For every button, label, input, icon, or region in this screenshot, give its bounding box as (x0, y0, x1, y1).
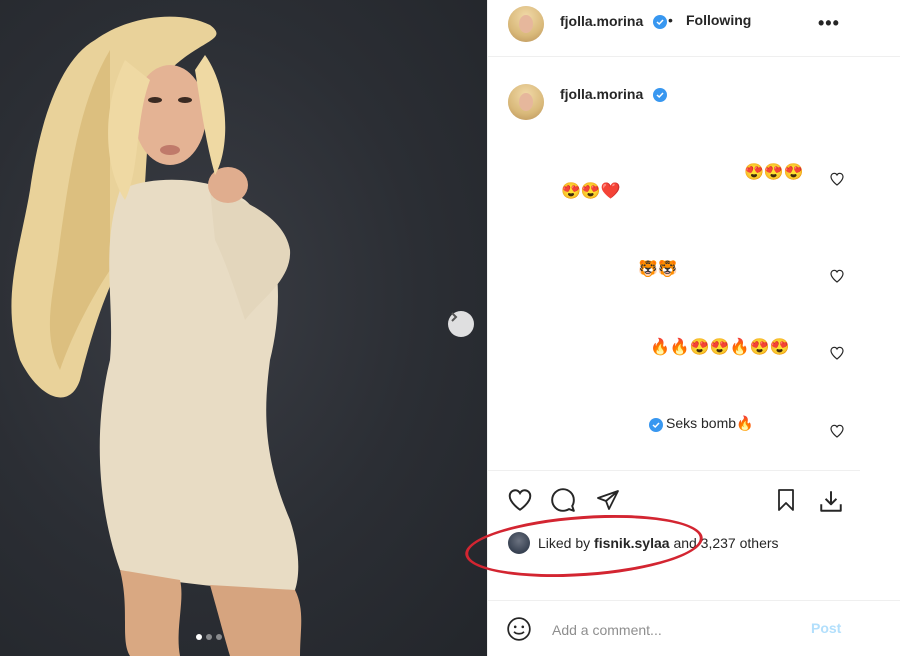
comment-text: Seks bomb🔥 (666, 415, 754, 431)
carousel-dot (206, 634, 212, 640)
comment-text: 😍😍😍 (744, 164, 804, 181)
likes-username[interactable]: fisnik.sylaa (594, 535, 670, 551)
comment-like-heart-icon[interactable] (829, 268, 845, 284)
following-button[interactable]: Following (686, 12, 751, 28)
share-paper-plane-icon[interactable] (595, 488, 621, 512)
add-comment-bar: Post (488, 600, 900, 657)
author-avatar[interactable] (508, 6, 544, 42)
comment-text: 😍😍❤️ (561, 183, 621, 200)
verified-badge-icon (649, 418, 663, 432)
likes-suffix[interactable]: and 3,237 others (673, 535, 778, 551)
post-sidebar: fjolla.morina • Following ••• fjolla.mor… (487, 0, 900, 656)
more-options-icon[interactable]: ••• (818, 13, 840, 34)
caption-avatar[interactable] (508, 84, 544, 120)
carousel-next-button[interactable] (448, 311, 474, 337)
add-comment-input[interactable] (550, 619, 794, 641)
download-icon[interactable] (818, 488, 844, 514)
comment-like-heart-icon[interactable] (829, 423, 845, 439)
likes-summary[interactable]: Liked by fisnik.sylaa and 3,237 others (538, 535, 779, 551)
comment-like-heart-icon[interactable] (829, 345, 845, 361)
save-bookmark-icon[interactable] (774, 487, 798, 513)
emoji-smiley-icon[interactable] (506, 616, 532, 642)
post-photo[interactable] (0, 0, 487, 656)
photo-illustration (11, 16, 302, 656)
comment-like-heart-icon[interactable] (829, 171, 845, 187)
comment-bubble-icon[interactable] (550, 487, 576, 513)
comment-text: 🐯🐯 (638, 261, 678, 278)
liked-by-avatar[interactable] (508, 532, 530, 554)
verified-badge-icon (653, 15, 667, 29)
caption-username[interactable]: fjolla.morina (560, 86, 643, 102)
post-header: fjolla.morina • Following ••• (488, 0, 900, 57)
separator-dot: • (668, 12, 673, 28)
author-username[interactable]: fjolla.morina (560, 13, 643, 29)
section-divider (488, 470, 860, 471)
carousel-indicator (196, 634, 222, 640)
likes-prefix: Liked by (538, 535, 591, 551)
post-comment-button[interactable]: Post (811, 620, 841, 636)
comment-text: 🔥🔥😍😍🔥😍😍 (650, 339, 790, 356)
like-heart-icon[interactable] (506, 487, 534, 513)
chevron-right-icon (451, 312, 458, 322)
verified-badge-icon (653, 88, 667, 102)
carousel-dot-active (196, 634, 202, 640)
carousel-dot (216, 634, 222, 640)
